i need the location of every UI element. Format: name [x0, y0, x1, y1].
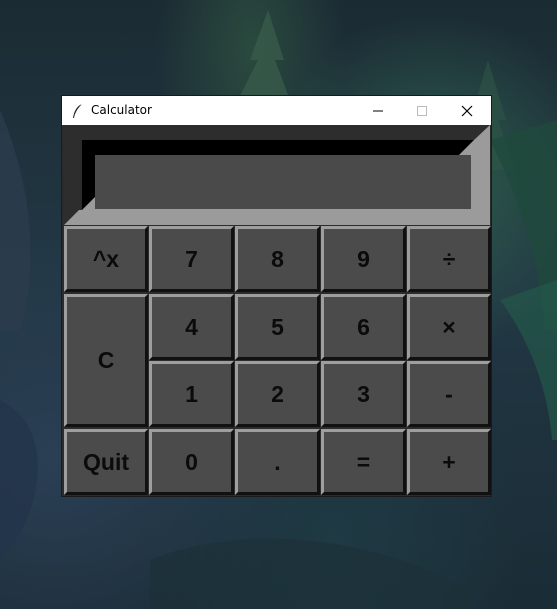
calculator-body: ^x 7 8 9 ÷ C 4 5 6 × 1 2 3 - Quit 0 . = … [62, 125, 491, 496]
quit-label: Quit [83, 448, 129, 475]
four-button[interactable]: 4 [149, 294, 234, 360]
close-button[interactable] [445, 96, 489, 125]
four-label: 4 [185, 313, 198, 340]
one-button[interactable]: 1 [149, 361, 234, 427]
plus-label: + [442, 448, 456, 475]
equals-button[interactable]: = [321, 429, 406, 495]
power-label: ^x [92, 245, 120, 272]
zero-label: 0 [185, 448, 198, 475]
zero-button[interactable]: 0 [149, 429, 234, 495]
five-label: 5 [271, 313, 284, 340]
multiply-button[interactable]: × [407, 294, 491, 360]
one-label: 1 [185, 380, 198, 407]
five-button[interactable]: 5 [235, 294, 320, 360]
three-button[interactable]: 3 [321, 361, 406, 427]
equals-label: = [356, 448, 371, 475]
eight-button[interactable]: 8 [235, 226, 320, 292]
minimize-button[interactable] [356, 96, 400, 125]
minus-button[interactable]: - [407, 361, 491, 427]
eight-label: 8 [271, 245, 284, 272]
six-button[interactable]: 6 [321, 294, 406, 360]
minus-label: - [445, 380, 453, 407]
decimal-label: . [274, 448, 281, 475]
multiply-label: × [442, 313, 456, 340]
seven-button[interactable]: 7 [149, 226, 234, 292]
clear-label: C [97, 347, 115, 373]
nine-button[interactable]: 9 [321, 226, 406, 292]
clear-button[interactable]: C [64, 294, 148, 427]
six-label: 6 [357, 313, 370, 340]
nine-label: 9 [357, 245, 370, 272]
maximize-icon [417, 105, 427, 116]
seven-label: 7 [185, 245, 198, 272]
close-icon [461, 105, 473, 116]
quit-button[interactable]: Quit [64, 429, 148, 495]
three-label: 3 [357, 380, 370, 407]
display-screen[interactable] [95, 155, 471, 209]
window-title: Calculator [91, 103, 152, 117]
divide-label: ÷ [442, 245, 456, 272]
two-button[interactable]: 2 [235, 361, 320, 427]
power-button[interactable]: ^x [64, 226, 148, 292]
feather-icon [73, 103, 83, 118]
divide-button[interactable]: ÷ [407, 226, 491, 292]
calculator-window: Calculator ^x 7 8 9 ÷ C 4 5 6 × 1 2 3 - … [61, 95, 492, 497]
decimal-button[interactable]: . [235, 429, 320, 495]
plus-button[interactable]: + [407, 429, 491, 495]
two-label: 2 [271, 380, 284, 407]
title-bar[interactable]: Calculator [62, 96, 491, 125]
minimize-icon [373, 110, 383, 111]
maximize-button[interactable] [400, 96, 444, 125]
